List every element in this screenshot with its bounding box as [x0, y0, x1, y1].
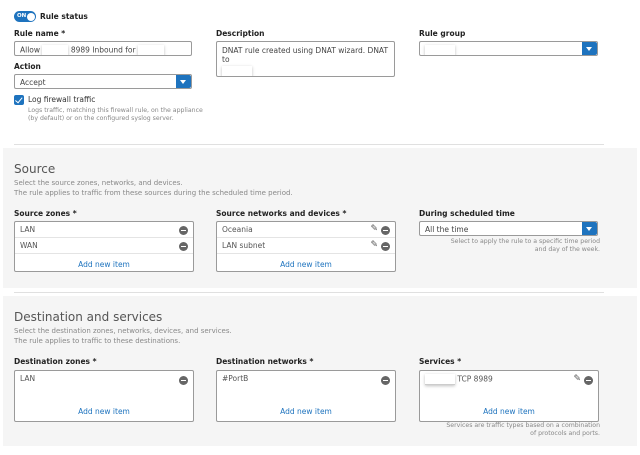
destination-desc-1: Select the destination zones, networks, …: [14, 327, 232, 335]
source-zones-label: Source zones *: [14, 209, 77, 218]
remove-icon[interactable]: [584, 376, 593, 385]
services-label: Services *: [419, 357, 462, 366]
list-item: Oceania ✎: [217, 222, 395, 238]
description-label: Description: [216, 29, 265, 38]
add-new-item-button[interactable]: Add new item: [15, 254, 193, 271]
remove-icon[interactable]: [381, 242, 390, 251]
remove-icon[interactable]: [381, 376, 390, 385]
source-networks-label: Source networks and devices *: [216, 209, 347, 218]
list-item: WAN: [15, 238, 193, 254]
destination-title: Destination and services: [14, 310, 163, 324]
list-item: LAN subnet ✎: [217, 238, 395, 254]
remove-icon[interactable]: [381, 226, 390, 235]
chevron-down-icon: [582, 222, 597, 235]
redacted-text: [42, 45, 69, 55]
divider: [14, 144, 604, 145]
log-label: Log firewall traffic: [28, 95, 96, 104]
schedule-label: During scheduled time: [419, 209, 515, 218]
chevron-down-icon: [176, 75, 191, 88]
schedule-select[interactable]: All the time: [419, 221, 598, 236]
destination-networks-list: #PortB Add new item: [216, 370, 396, 422]
destination-desc-2: The rule applies to traffic to these des…: [14, 337, 181, 345]
schedule-hint: Select to apply the rule to a specific t…: [450, 238, 600, 253]
check-icon: [14, 94, 23, 103]
add-new-item-button[interactable]: Add new item: [15, 401, 193, 421]
action-label: Action: [14, 62, 41, 71]
rule-status-label: Rule status: [40, 12, 88, 21]
remove-icon[interactable]: [179, 376, 188, 385]
add-new-item-button[interactable]: Add new item: [217, 401, 395, 421]
source-desc-1: Select the source zones, networks, and d…: [14, 179, 183, 187]
edit-icon[interactable]: ✎: [573, 375, 581, 384]
list-item: #PortB: [217, 371, 395, 401]
list-item: LAN: [15, 371, 193, 401]
log-checkbox[interactable]: [14, 94, 24, 105]
redacted-text: [222, 66, 252, 76]
source-desc-2: The rule applies to traffic from these s…: [14, 189, 293, 197]
destination-networks-label: Destination networks *: [216, 357, 314, 366]
rule-status-toggle[interactable]: ON: [14, 11, 36, 22]
action-select[interactable]: Accept: [14, 74, 192, 89]
edit-icon[interactable]: ✎: [370, 241, 378, 250]
divider: [14, 292, 604, 293]
rule-group-select[interactable]: [419, 41, 598, 56]
toggle-on-text: ON: [17, 12, 27, 19]
chevron-down-icon: [582, 42, 597, 55]
description-textarea[interactable]: DNAT rule created using DNAT wizard. DNA…: [216, 41, 395, 77]
rule-name-input[interactable]: Allow 8989 Inbound for: [14, 41, 192, 56]
services-hint: Services are traffic types based on a co…: [446, 422, 600, 437]
redacted-text: [425, 374, 455, 385]
list-item: TCP 8989 ✎: [420, 371, 598, 401]
list-item: LAN: [15, 222, 193, 238]
log-hint: Logs traffic, matching this firewall rul…: [28, 107, 203, 122]
remove-icon[interactable]: [179, 242, 188, 251]
edit-icon[interactable]: ✎: [370, 225, 378, 234]
add-new-item-button[interactable]: Add new item: [420, 401, 598, 421]
destination-zones-list: LAN Add new item: [14, 370, 194, 422]
destination-zones-label: Destination zones *: [14, 357, 97, 366]
toggle-knob: [26, 12, 35, 21]
services-list: TCP 8989 ✎ Add new item: [419, 370, 599, 422]
source-networks-list: Oceania ✎ LAN subnet ✎ Add new item: [216, 221, 396, 272]
redacted-text: [425, 45, 455, 55]
rule-name-label: Rule name *: [14, 29, 66, 38]
source-title: Source: [14, 162, 56, 176]
add-new-item-button[interactable]: Add new item: [217, 254, 395, 271]
redacted-text: [137, 45, 164, 55]
remove-icon[interactable]: [179, 226, 188, 235]
rule-group-label: Rule group: [419, 29, 466, 38]
source-zones-list: LAN WAN Add new item: [14, 221, 194, 272]
